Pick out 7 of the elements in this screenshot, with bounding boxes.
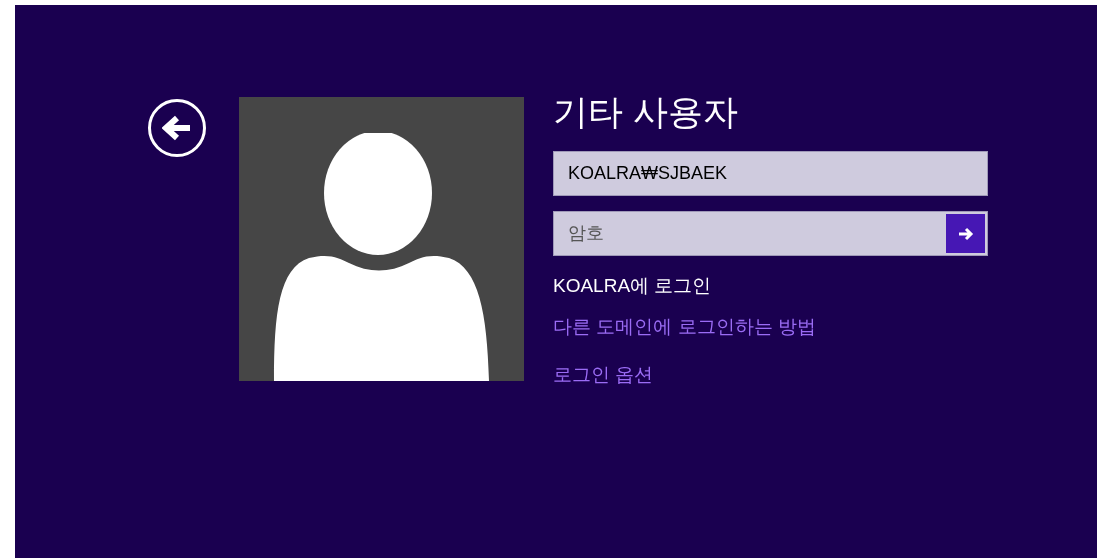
- text-link[interactable]: 로그인 옵션: [553, 361, 654, 390]
- text-link[interactable]: 다른 도메인에 로그인하는 방법: [553, 312, 816, 341]
- username-field[interactable]: KOALRA₩SJBAEK: [553, 151, 988, 196]
- back-button[interactable]: [148, 99, 206, 157]
- domain-sign-in-text: KOALRA에 로그인: [553, 274, 713, 298]
- back-arrow-icon: [162, 115, 192, 141]
- page-title: 기타 사용자: [553, 91, 739, 133]
